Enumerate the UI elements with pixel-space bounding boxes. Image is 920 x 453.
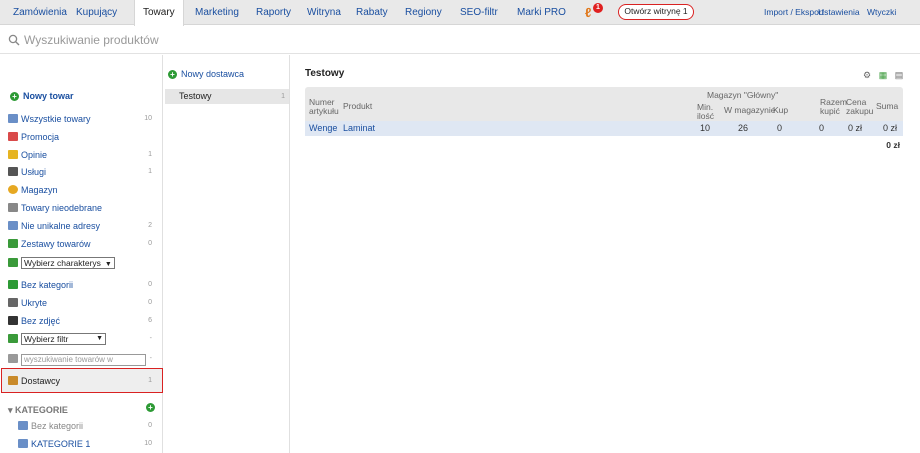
article-link[interactable]: Wenge — [309, 123, 337, 133]
chevron-down-icon: ▼ — [104, 261, 112, 268]
excel-icon[interactable]: ▦ — [878, 70, 888, 80]
add-category-icon[interactable]: + — [146, 403, 155, 412]
folder-icon — [18, 439, 28, 448]
sidebar-item-services[interactable]: Usługi 1 — [8, 165, 156, 179]
suppliers-label-row: Dostawcy 1 — [8, 374, 156, 388]
filter-row: Wybierz filtr ▼ - — [8, 332, 156, 346]
gear-icon[interactable]: ⚙ — [862, 70, 872, 80]
col-warehouse-group: Magazyn "Główny" — [707, 90, 779, 100]
characteristic-icon — [8, 258, 18, 267]
box-icon — [8, 114, 18, 123]
category-item[interactable]: Bez kategorii 0 — [18, 419, 156, 433]
characteristic-select[interactable]: Wybierz charakterys ▼ — [21, 257, 115, 269]
set-icon — [8, 239, 18, 248]
plus-icon: + — [10, 92, 19, 101]
toolbar: ⚙ ▦ ▤ — [856, 70, 904, 80]
open-shop-button[interactable]: Otwórz witrynę 1 — [618, 4, 694, 20]
suppliers-column: + Nowy dostawca Testowy 1 — [164, 55, 290, 453]
table-total: 0 zł — [886, 140, 900, 150]
notification-badge: 1 — [593, 3, 603, 13]
pencil-icon — [8, 150, 18, 159]
supplier-item[interactable]: Testowy 1 — [165, 89, 289, 104]
chevron-down-icon: ▼ — [96, 335, 103, 342]
table-header: Numer artykułu Produkt Magazyn "Główny" M… — [305, 87, 903, 121]
print-icon[interactable]: ▤ — [894, 70, 904, 80]
col-stock: W magazynie — [724, 105, 776, 115]
sidebar-item-hidden[interactable]: Ukryte 0 — [8, 296, 156, 310]
sidebar-item-sets[interactable]: Zestawy towarów 0 — [8, 237, 156, 251]
categories-header[interactable]: ▾ KATEGORIE — [8, 405, 68, 416]
col-buy: Kup — [773, 105, 789, 115]
sidebar-item-non-unique[interactable]: Nie unikalne adresy 2 — [8, 219, 156, 233]
sidebar-item-promotion[interactable]: Promocja — [8, 130, 156, 144]
services-icon — [8, 167, 18, 176]
nav-zamowienia[interactable]: Zamówienia — [13, 0, 67, 25]
nav-import-export[interactable]: Import / Eksport — [764, 0, 824, 25]
search-products-icon — [8, 354, 18, 363]
sidebar-item-reviews[interactable]: Opinie 1 — [8, 148, 156, 162]
table-row[interactable]: Wenge Laminat 10 26 0 0 0 zł 0 zł — [305, 121, 903, 136]
sidebar: + Nowy towar Wszystkie towary 10 Promocja… — [0, 55, 163, 453]
cell-price: 0 zł — [848, 123, 863, 133]
sidebar-item-warehouse[interactable]: Magazyn — [8, 183, 156, 197]
nav-regiony[interactable]: Regiony — [405, 0, 442, 25]
folder-icon — [18, 421, 28, 430]
eye-slash-icon — [8, 298, 18, 307]
main-panel: Testowy ⚙ ▦ ▤ Numer artykułu Produkt Magazy… — [291, 55, 920, 453]
sidebar-product-search-input[interactable]: wyszukiwanie towarów w — [21, 354, 146, 366]
product-link[interactable]: Laminat — [343, 123, 375, 133]
sidebar-item-no-category[interactable]: Bez kategorii 0 — [8, 278, 156, 292]
cell-total-buy: 0 — [819, 123, 825, 133]
product-search-input[interactable] — [24, 31, 244, 49]
table-total-row: 0 zł — [305, 136, 903, 152]
new-supplier-link[interactable]: + Nowy dostawca — [168, 69, 244, 79]
col-sum: Suma — [876, 101, 899, 111]
cell-buy[interactable]: 0 — [777, 123, 782, 133]
doc-icon — [8, 221, 18, 230]
filter-select[interactable]: Wybierz filtr ▼ — [21, 333, 106, 345]
nav-marki-pro[interactable]: Marki PRO — [517, 0, 566, 25]
nav-kupujacy[interactable]: Kupujący — [76, 0, 117, 25]
sidebar-item-no-images[interactable]: Bez zdjęć 6 — [8, 314, 156, 328]
nav-raporty[interactable]: Raporty — [256, 0, 291, 25]
image-icon — [8, 316, 18, 325]
characteristic-filter-row: Wybierz charakterys ▼ — [8, 256, 156, 270]
search-icon — [8, 34, 20, 46]
col-product: Produkt — [343, 101, 373, 111]
search-bar — [0, 26, 920, 54]
new-product-link[interactable]: + Nowy towar — [10, 91, 74, 101]
cell-min: 10 — [700, 123, 711, 133]
sidebar-search-row: wyszukiwanie towarów w - — [8, 352, 156, 366]
category-item[interactable]: KATEGORIE 1 10 — [18, 437, 156, 451]
sidebar-item-unclaimed[interactable]: Towary nieodebrane — [8, 201, 156, 215]
warehouse-icon — [8, 185, 18, 194]
notifications-icon[interactable]: ℓ 1 — [585, 3, 603, 21]
supplier-products-table: Numer artykułu Produkt Magazyn "Główny" M… — [305, 87, 903, 152]
nav-towary[interactable]: Towary — [134, 0, 184, 26]
promo-icon — [8, 132, 18, 141]
nav-witryna[interactable]: Witryna — [307, 0, 341, 25]
cell-stock: 26 — [738, 123, 749, 133]
nav-marketing[interactable]: Marketing — [195, 0, 239, 25]
check-icon — [8, 280, 18, 289]
nav-plugins[interactable]: Wtyczki — [867, 0, 896, 25]
rss-icon: ℓ — [585, 5, 592, 20]
nav-settings[interactable]: Ustawienia — [818, 0, 860, 25]
funnel-icon — [8, 203, 18, 212]
cell-sum: 0 zł — [883, 123, 898, 133]
nav-seo-filtr[interactable]: SEO-filtr — [460, 0, 498, 25]
nav-rabaty[interactable]: Rabaty — [356, 0, 388, 25]
top-navigation: Zamówienia Kupujący Towary Marketing Rap… — [0, 0, 920, 26]
filter-icon — [8, 334, 18, 343]
sidebar-item-all-products[interactable]: Wszystkie towary 10 — [8, 112, 156, 126]
suppliers-icon — [8, 376, 18, 385]
plus-icon: + — [168, 70, 177, 79]
supplier-title: Testowy — [305, 68, 345, 79]
